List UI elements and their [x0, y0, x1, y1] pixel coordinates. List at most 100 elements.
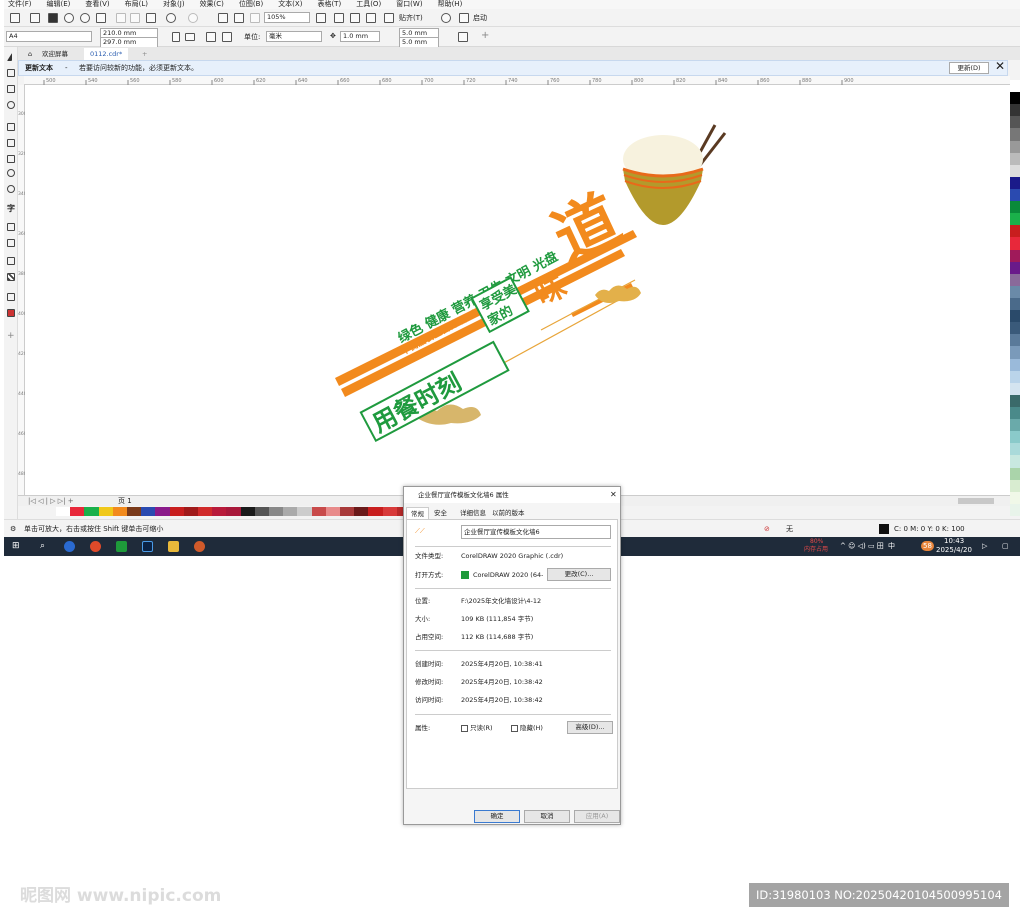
- artistic-media-icon[interactable]: [7, 139, 15, 147]
- color-swatch[interactable]: [254, 507, 270, 516]
- photoshop-icon[interactable]: [142, 541, 153, 552]
- readonly-checkbox[interactable]: [461, 725, 468, 732]
- text-tool-icon[interactable]: 字: [7, 203, 15, 213]
- menu-tools[interactable]: 工具(O): [356, 0, 381, 9]
- show-guidelines-icon[interactable]: [366, 13, 376, 23]
- color-swatch[interactable]: [98, 507, 113, 516]
- crop-tool-icon[interactable]: [7, 85, 15, 93]
- ellipse-tool-icon[interactable]: [7, 169, 15, 177]
- drop-shadow-icon[interactable]: [7, 257, 15, 265]
- open-icon[interactable]: [30, 13, 40, 23]
- chrome-icon[interactable]: [90, 541, 101, 552]
- undo-icon[interactable]: [166, 13, 176, 23]
- color-swatch[interactable]: [311, 507, 326, 516]
- eyedropper-icon[interactable]: [7, 293, 15, 301]
- color-swatch[interactable]: [1010, 213, 1020, 226]
- color-swatch[interactable]: [1010, 479, 1020, 492]
- menu-effects[interactable]: 效果(C): [200, 0, 224, 9]
- color-swatch[interactable]: [1010, 188, 1020, 202]
- tab-welcome-screen[interactable]: 欢迎屏幕: [36, 48, 74, 60]
- menu-window[interactable]: 窗口(W): [396, 0, 422, 9]
- menu-edit[interactable]: 编辑(E): [47, 0, 71, 9]
- color-swatch[interactable]: [340, 507, 355, 516]
- edge-browser-icon[interactable]: [64, 541, 75, 552]
- color-swatch[interactable]: [1010, 370, 1020, 383]
- show-rulers-icon[interactable]: [334, 13, 344, 23]
- current-page-icon[interactable]: [222, 32, 232, 42]
- color-swatch[interactable]: [183, 507, 199, 516]
- color-swatch[interactable]: [1010, 419, 1020, 432]
- color-swatch[interactable]: [240, 507, 255, 516]
- color-swatch[interactable]: [1010, 201, 1020, 214]
- hidden-checkbox[interactable]: [511, 725, 518, 732]
- color-swatch[interactable]: [1010, 467, 1020, 480]
- color-swatch[interactable]: [84, 507, 99, 516]
- color-swatch[interactable]: [226, 507, 241, 516]
- tab-general[interactable]: 常规: [406, 507, 429, 519]
- save-icon[interactable]: [48, 13, 58, 23]
- tab-details[interactable]: 详细信息: [456, 507, 490, 519]
- color-swatch[interactable]: [1010, 382, 1020, 395]
- color-swatch[interactable]: [283, 507, 298, 516]
- menu-help[interactable]: 帮助(H): [438, 0, 463, 9]
- color-swatch[interactable]: [1010, 491, 1020, 504]
- copy-icon[interactable]: [130, 13, 140, 23]
- color-swatch[interactable]: [1010, 503, 1020, 516]
- show-desktop-icon[interactable]: ▷: [982, 541, 987, 551]
- menu-layout[interactable]: 布局(L): [125, 0, 148, 9]
- color-swatch[interactable]: [1010, 249, 1020, 262]
- zoom-tool-icon[interactable]: [7, 101, 15, 109]
- interactive-fill-icon[interactable]: [7, 309, 15, 317]
- color-swatch[interactable]: [1010, 164, 1020, 177]
- color-swatch[interactable]: [212, 507, 227, 516]
- color-swatch[interactable]: [297, 507, 312, 516]
- file-explorer-icon[interactable]: [168, 541, 179, 552]
- landscape-icon[interactable]: [185, 33, 195, 41]
- snap-icon[interactable]: [384, 13, 394, 23]
- color-swatch[interactable]: [354, 507, 369, 516]
- launch-dropdown[interactable]: 启动: [473, 13, 487, 23]
- cloud-upload-icon[interactable]: [64, 13, 74, 23]
- transparency-icon[interactable]: [7, 273, 15, 281]
- publish-pdf-icon[interactable]: [250, 13, 260, 23]
- notification-icon[interactable]: ▢: [1002, 541, 1009, 551]
- color-swatch[interactable]: [1010, 92, 1020, 105]
- redo-icon[interactable]: [188, 13, 198, 23]
- cut-icon[interactable]: [116, 13, 126, 23]
- color-swatch[interactable]: [325, 507, 341, 516]
- color-swatch[interactable]: [1010, 104, 1020, 117]
- horizontal-scrollbar[interactable]: [958, 498, 994, 504]
- color-swatch[interactable]: [1010, 297, 1020, 311]
- color-swatch[interactable]: [1010, 237, 1020, 250]
- filename-field[interactable]: 企业餐厅宣传模板文化墙6: [461, 525, 611, 539]
- apply-button[interactable]: 应用(A): [574, 810, 620, 823]
- color-swatch[interactable]: [1010, 80, 1020, 93]
- color-swatch[interactable]: [1010, 116, 1020, 129]
- menu-file[interactable]: 文件(F): [8, 0, 32, 9]
- color-swatch[interactable]: [1010, 334, 1020, 347]
- color-swatch[interactable]: [70, 507, 85, 516]
- portrait-icon[interactable]: [172, 32, 180, 42]
- dialog-close-icon[interactable]: ✕: [610, 490, 617, 500]
- search-icon[interactable]: ⌕: [40, 541, 45, 551]
- color-swatch[interactable]: [1010, 443, 1020, 456]
- cancel-button[interactable]: 取消: [524, 810, 570, 823]
- color-swatch[interactable]: [1010, 261, 1020, 274]
- color-palette[interactable]: [1010, 80, 1020, 516]
- shape-tool-icon[interactable]: [7, 69, 15, 77]
- ok-button[interactable]: 确定: [474, 810, 520, 823]
- tab-document[interactable]: 0112.cdr*: [84, 48, 129, 60]
- full-screen-icon[interactable]: [316, 13, 326, 23]
- ime-indicator[interactable]: 中: [888, 541, 895, 551]
- color-swatch[interactable]: [1010, 455, 1020, 468]
- page-1-tab[interactable]: 页 1: [118, 496, 132, 506]
- color-swatch[interactable]: [1010, 358, 1020, 371]
- color-swatch[interactable]: [1010, 322, 1020, 335]
- color-swatch[interactable]: [1010, 394, 1020, 407]
- drawing-canvas[interactable]: 道 绿色 健康 营养 卫生 文明 光盘 平衡膳食重营养 品质生活有保障 享受美 …: [25, 85, 1010, 495]
- color-swatch[interactable]: [169, 507, 184, 516]
- color-swatch[interactable]: [141, 507, 156, 516]
- change-button[interactable]: 更改(C)...: [547, 568, 611, 581]
- page-size-select[interactable]: A4: [6, 31, 92, 42]
- browser-icon[interactable]: [194, 541, 205, 552]
